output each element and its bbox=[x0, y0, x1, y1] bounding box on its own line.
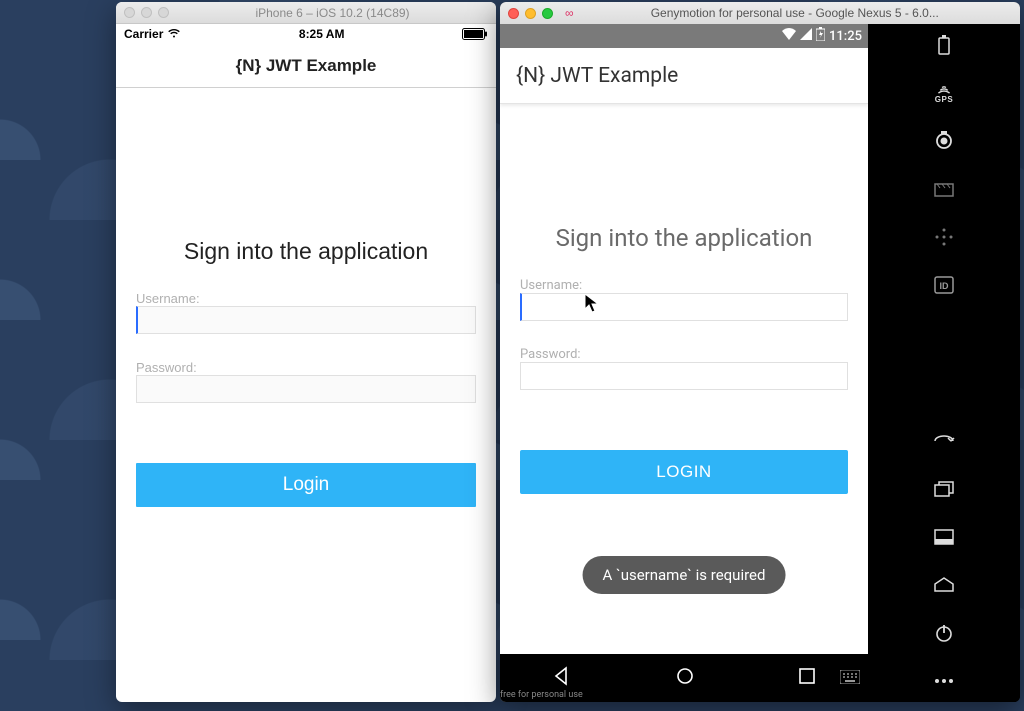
password-input[interactable] bbox=[520, 362, 848, 390]
signal-icon bbox=[800, 28, 812, 44]
zoom-dot[interactable] bbox=[542, 8, 553, 19]
signin-heading: Sign into the application bbox=[520, 224, 848, 252]
minimize-dot[interactable] bbox=[141, 7, 152, 18]
android-clock: 11:25 bbox=[829, 29, 862, 44]
navbar-toggle-icon[interactable] bbox=[933, 526, 955, 548]
geny-logo-icon: ∞ bbox=[565, 6, 574, 20]
android-app-content: Sign into the application Username: Pass… bbox=[500, 104, 868, 654]
ios-app-navbar: {N} JWT Example bbox=[116, 44, 496, 88]
ios-simulator-window: iPhone 6 – iOS 10.2 (14C89) Carrier 8:25… bbox=[116, 2, 496, 702]
geny-window-title: Genymotion for personal use - Google Nex… bbox=[578, 6, 1012, 20]
genymotion-sidebar: GPS ID bbox=[868, 24, 1020, 702]
wifi-icon bbox=[782, 28, 796, 44]
battery-charging-icon bbox=[816, 27, 825, 45]
remote-control-icon[interactable] bbox=[933, 226, 955, 248]
more-icon[interactable] bbox=[933, 670, 955, 692]
identifier-widget-icon[interactable]: ID bbox=[933, 274, 955, 296]
gps-widget-icon[interactable]: GPS bbox=[933, 82, 955, 104]
keyboard-icon[interactable] bbox=[840, 669, 860, 688]
battery-widget-icon[interactable] bbox=[933, 34, 955, 56]
android-app-navbar: {N} JWT Example bbox=[500, 48, 868, 104]
ios-status-bar: Carrier 8:25 AM bbox=[116, 24, 496, 44]
close-dot[interactable] bbox=[508, 8, 519, 19]
password-input[interactable] bbox=[136, 375, 476, 403]
ios-window-title: iPhone 6 – iOS 10.2 (14C89) bbox=[177, 6, 488, 20]
capture-video-icon[interactable] bbox=[933, 178, 955, 200]
back-button[interactable] bbox=[552, 666, 572, 690]
mac-traffic-lights bbox=[124, 7, 169, 18]
signin-heading: Sign into the application bbox=[136, 238, 476, 265]
free-for-personal-use-label: free for personal use bbox=[500, 690, 583, 700]
geny-window-titlebar[interactable]: ∞ Genymotion for personal use - Google N… bbox=[500, 2, 1020, 24]
username-input[interactable] bbox=[520, 293, 848, 321]
recents-button[interactable] bbox=[798, 667, 816, 689]
password-label: Password: bbox=[136, 360, 476, 375]
gps-label: GPS bbox=[935, 95, 953, 104]
ios-app-title: {N} JWT Example bbox=[236, 56, 377, 76]
toast-message: A `username` is required bbox=[583, 556, 786, 594]
multiwindow-icon[interactable] bbox=[933, 478, 955, 500]
battery-icon bbox=[462, 28, 488, 40]
rotate-icon[interactable] bbox=[933, 430, 955, 452]
carrier-label: Carrier bbox=[124, 27, 163, 41]
svg-text:ID: ID bbox=[940, 281, 950, 291]
camera-widget-icon[interactable] bbox=[933, 130, 955, 152]
wifi-icon bbox=[167, 27, 181, 41]
android-screen: 11:25 {N} JWT Example Sign into the appl… bbox=[500, 24, 868, 702]
minimize-dot[interactable] bbox=[525, 8, 536, 19]
genymotion-window: ∞ Genymotion for personal use - Google N… bbox=[500, 2, 1020, 702]
close-dot[interactable] bbox=[124, 7, 135, 18]
ios-window-titlebar[interactable]: iPhone 6 – iOS 10.2 (14C89) bbox=[116, 2, 496, 24]
zoom-dot[interactable] bbox=[158, 7, 169, 18]
login-button[interactable]: LOGIN bbox=[520, 450, 848, 494]
username-label: Username: bbox=[136, 291, 476, 306]
home-button[interactable] bbox=[675, 666, 695, 690]
power-icon[interactable] bbox=[933, 622, 955, 644]
username-input[interactable] bbox=[136, 306, 476, 334]
mac-traffic-lights bbox=[508, 8, 553, 19]
home-icon[interactable] bbox=[933, 574, 955, 596]
password-label: Password: bbox=[520, 347, 848, 362]
login-button[interactable]: Login bbox=[136, 463, 476, 507]
android-status-bar: 11:25 bbox=[500, 24, 868, 48]
ios-clock: 8:25 AM bbox=[299, 27, 345, 41]
ios-app-content: Sign into the application Username: Pass… bbox=[116, 88, 496, 702]
username-label: Username: bbox=[520, 278, 848, 293]
android-app-title: {N} JWT Example bbox=[516, 64, 678, 88]
